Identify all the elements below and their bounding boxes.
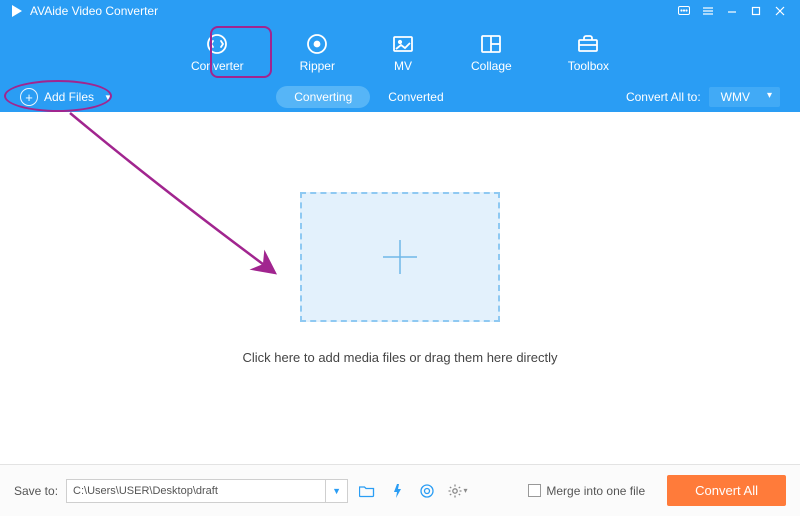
- nav-label: MV: [394, 59, 412, 73]
- convert-all-to-label: Convert All to:: [626, 90, 701, 104]
- feedback-icon[interactable]: [674, 1, 694, 21]
- save-path-dropdown[interactable]: ▼: [326, 479, 348, 503]
- merge-checkbox[interactable]: Merge into one file: [528, 484, 645, 498]
- titlebar: AVAide Video Converter: [0, 0, 800, 22]
- app-logo-icon: [10, 4, 24, 18]
- output-format-select[interactable]: WMV: [709, 87, 780, 107]
- add-files-button[interactable]: + Add Files ▼: [20, 88, 112, 106]
- settings-icon[interactable]: ▾: [446, 480, 468, 502]
- open-folder-icon[interactable]: [356, 480, 378, 502]
- app-title-wrap: AVAide Video Converter: [10, 4, 158, 18]
- plus-large-icon: [377, 234, 423, 280]
- menu-icon[interactable]: [698, 1, 718, 21]
- convert-all-to: Convert All to: WMV: [626, 87, 780, 107]
- nav-ripper[interactable]: Ripper: [292, 28, 343, 77]
- nav-collage[interactable]: Collage: [463, 28, 520, 77]
- converter-icon: [205, 32, 229, 56]
- nav-toolbox[interactable]: Toolbox: [560, 28, 617, 77]
- dropzone[interactable]: [300, 192, 500, 322]
- plus-circle-icon: +: [20, 88, 38, 106]
- save-to-label: Save to:: [14, 484, 58, 498]
- main-nav: Converter Ripper MV Collage Toolbox: [0, 22, 800, 82]
- save-path-input[interactable]: C:\Users\USER\Desktop\draft: [66, 479, 326, 503]
- app-title: AVAide Video Converter: [30, 4, 158, 18]
- tab-converting[interactable]: Converting: [276, 86, 370, 108]
- close-icon[interactable]: [770, 1, 790, 21]
- add-files-label: Add Files: [44, 90, 94, 104]
- dropzone-text: Click here to add media files or drag th…: [242, 350, 557, 365]
- chevron-down-icon: ▼: [104, 93, 112, 102]
- maximize-icon[interactable]: [746, 1, 766, 21]
- mv-icon: [391, 32, 415, 56]
- nav-label: Ripper: [300, 59, 335, 73]
- hw-accel-icon[interactable]: [386, 480, 408, 502]
- ripper-icon: [305, 32, 329, 56]
- merge-label: Merge into one file: [546, 484, 645, 498]
- footer: Save to: C:\Users\USER\Desktop\draft ▼ ▾…: [0, 464, 800, 516]
- task-schedule-icon[interactable]: [416, 480, 438, 502]
- checkbox-icon: [528, 484, 541, 497]
- tab-converted[interactable]: Converted: [370, 86, 461, 108]
- nav-label: Converter: [191, 59, 244, 73]
- subbar: + Add Files ▼ Converting Converted Conve…: [0, 82, 800, 112]
- collage-icon: [479, 32, 503, 56]
- workspace: Click here to add media files or drag th…: [0, 112, 800, 444]
- minimize-icon[interactable]: [722, 1, 742, 21]
- nav-label: Collage: [471, 59, 512, 73]
- nav-mv[interactable]: MV: [383, 28, 423, 77]
- nav-converter[interactable]: Converter: [183, 28, 252, 77]
- toolbox-icon: [576, 32, 600, 56]
- nav-label: Toolbox: [568, 59, 609, 73]
- convert-all-button[interactable]: Convert All: [667, 475, 786, 506]
